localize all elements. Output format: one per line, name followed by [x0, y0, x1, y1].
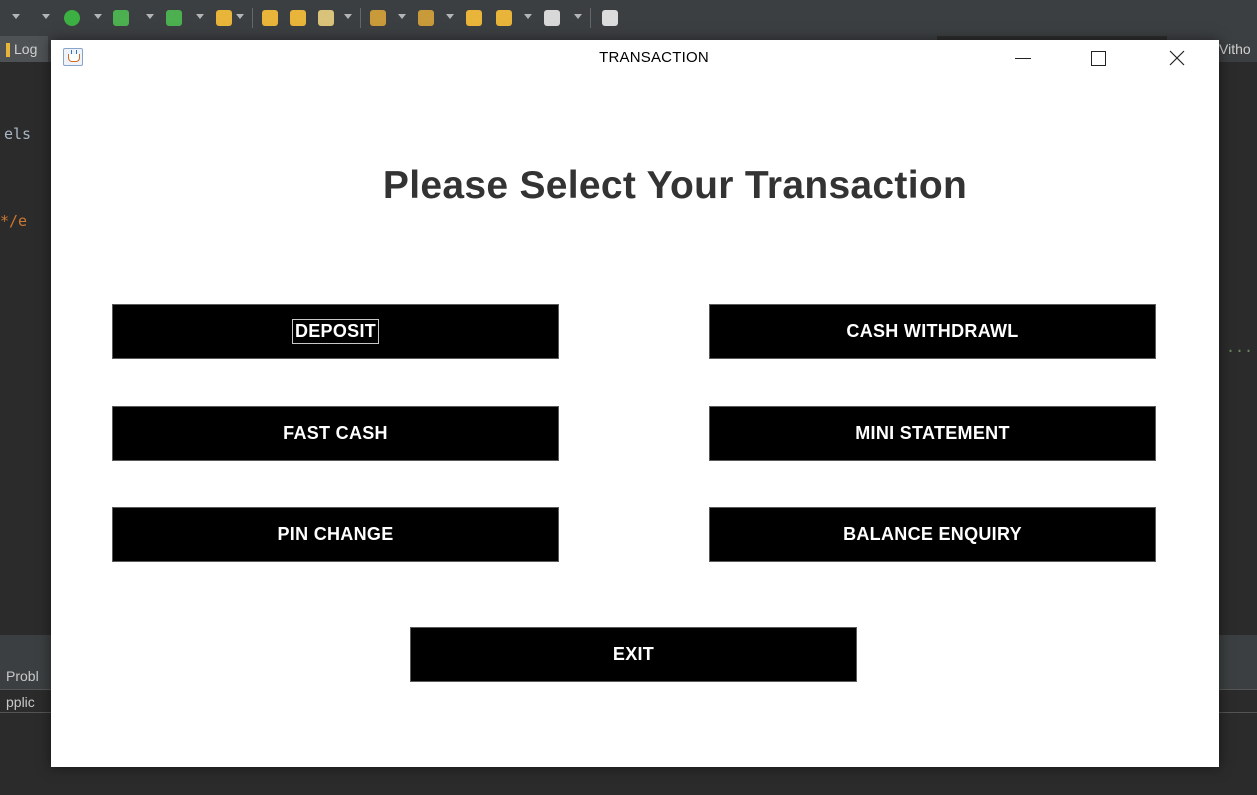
exit-button[interactable]: EXIT: [410, 627, 857, 682]
external-tools-icon[interactable]: [166, 10, 182, 26]
code-fragment: ...: [1226, 338, 1254, 356]
ide-toolbar: [0, 0, 1257, 37]
dropdown-arrow-icon[interactable]: [94, 14, 102, 19]
pencil-icon[interactable]: [318, 10, 334, 26]
pin-editor-icon[interactable]: [602, 10, 618, 26]
mini-statement-button[interactable]: MINI STATEMENT: [709, 406, 1156, 461]
dropdown-arrow-icon[interactable]: [524, 14, 532, 19]
toolbar-separator: [590, 8, 591, 28]
cash-withdrawl-label: CASH WITHDRAWL: [846, 321, 1019, 341]
fast-cash-label: FAST CASH: [283, 423, 388, 443]
title-bar[interactable]: TRANSACTION: [51, 40, 1219, 76]
transaction-window: TRANSACTION Please Select Your Transacti…: [51, 40, 1219, 767]
minimize-button[interactable]: [993, 40, 1051, 76]
debug-icon[interactable]: [113, 10, 129, 26]
balance-enquiry-label: BALANCE ENQUIRY: [843, 524, 1022, 544]
close-icon: [1169, 50, 1185, 66]
back-arrow-icon[interactable]: [496, 10, 512, 26]
dropdown-arrow-icon[interactable]: [146, 14, 154, 19]
mini-statement-label: MINI STATEMENT: [855, 423, 1010, 443]
new-project-icon[interactable]: [216, 10, 232, 26]
balance-enquiry-button[interactable]: BALANCE ENQUIRY: [709, 507, 1156, 562]
prev-annotation-icon[interactable]: [418, 10, 434, 26]
page-title: Please Select Your Transaction: [382, 164, 968, 207]
pin-change-button[interactable]: PIN CHANGE: [112, 507, 559, 562]
open-folder-icon[interactable]: [262, 10, 278, 26]
dropdown-arrow-icon[interactable]: [236, 14, 244, 19]
close-button[interactable]: [1149, 40, 1207, 76]
open-type-icon[interactable]: [290, 10, 306, 26]
dropdown-arrow-icon[interactable]: [12, 14, 20, 19]
dropdown-arrow-icon[interactable]: [446, 14, 454, 19]
deposit-button[interactable]: DEPOSIT: [112, 304, 559, 359]
code-fragment: els: [4, 125, 32, 143]
maximize-button[interactable]: [1069, 40, 1127, 76]
dropdown-arrow-icon[interactable]: [42, 14, 50, 19]
pin-change-label: PIN CHANGE: [277, 524, 394, 544]
toolbar-separator: [252, 8, 253, 28]
deposit-label: DEPOSIT: [291, 319, 380, 344]
run-icon[interactable]: [64, 10, 80, 26]
dropdown-arrow-icon[interactable]: [398, 14, 406, 19]
forward-arrow-icon[interactable]: [544, 10, 560, 26]
console-line: pplic: [6, 694, 35, 710]
toolbar-separator: [360, 8, 361, 28]
cash-withdrawl-button[interactable]: CASH WITHDRAWL: [709, 304, 1156, 359]
fast-cash-button[interactable]: FAST CASH: [112, 406, 559, 461]
ide-editor-tab-left[interactable]: Log: [0, 36, 48, 62]
maximize-icon: [1091, 51, 1106, 66]
dropdown-arrow-icon[interactable]: [344, 14, 352, 19]
last-edit-icon[interactable]: [466, 10, 482, 26]
minimize-icon: [1015, 58, 1031, 59]
problems-tab[interactable]: Probl: [6, 668, 39, 684]
ide-tab-label: Log: [14, 41, 38, 57]
dropdown-arrow-icon[interactable]: [196, 14, 204, 19]
code-fragment: */e: [0, 212, 28, 230]
dropdown-arrow-icon[interactable]: [574, 14, 582, 19]
next-annotation-icon[interactable]: [370, 10, 386, 26]
exit-label: EXIT: [612, 644, 655, 664]
file-icon: [6, 43, 10, 58]
